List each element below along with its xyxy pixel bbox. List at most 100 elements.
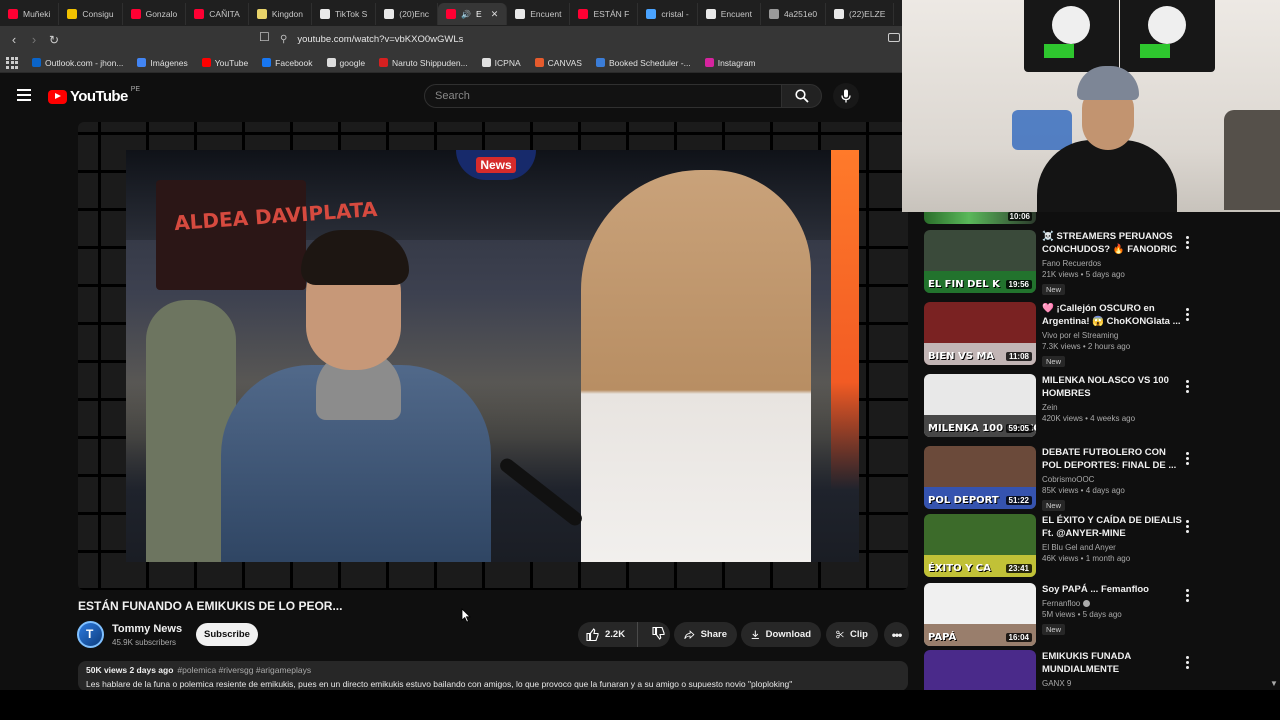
recommended-video[interactable]: ÉXITO Y CA 23:41 EL ÉXITO Y CAÍDA DE DIEAL… xyxy=(924,514,1280,580)
subscribe-button[interactable]: Subscribe xyxy=(196,623,258,646)
recommended-video[interactable]: BIEN VS MA 11:08 🩷 ¡Callejón OSCURO en Arg… xyxy=(924,302,1280,368)
dislike-button[interactable] xyxy=(644,626,665,643)
browser-tab[interactable]: Consigu xyxy=(59,3,123,25)
back-icon[interactable]: ‹ xyxy=(4,32,24,47)
more-vertical-icon[interactable] xyxy=(1186,656,1190,669)
close-tab-icon[interactable]: ✕ xyxy=(491,9,499,20)
channel-avatar[interactable] xyxy=(77,621,104,648)
browser-tab[interactable]: (20)Enc xyxy=(376,3,439,25)
like-button[interactable]: 2.2K xyxy=(578,622,638,647)
recommended-video[interactable]: EL FIN DEL K 19:56 ☠️ STREAMERS PERUANOS C… xyxy=(924,230,1280,296)
video-duration: 11:08 xyxy=(1005,352,1032,361)
more-actions-button[interactable]: ••• xyxy=(884,622,909,647)
browser-tab[interactable]: Gonzalo xyxy=(123,3,187,25)
audio-playing-icon[interactable]: 🔊 xyxy=(461,10,471,19)
clip-button[interactable]: Clip xyxy=(826,622,878,647)
channel-name[interactable]: El Blu Gel and Anyer xyxy=(1042,543,1182,552)
tab-label: 4a251e0 xyxy=(783,9,818,19)
bookmark-item[interactable]: YouTube xyxy=(201,58,248,68)
scroll-down-arrow-icon[interactable]: ▼ xyxy=(1270,679,1278,688)
more-vertical-icon[interactable] xyxy=(1186,452,1190,465)
description-text: Les hablare de la funa o polemica resien… xyxy=(86,679,793,689)
hamburger-menu-icon[interactable] xyxy=(17,89,31,101)
partial-thumbnail[interactable]: 10:06 xyxy=(924,212,1036,224)
browser-tab[interactable]: ESTÁN F xyxy=(570,3,639,25)
browser-tab[interactable]: Kingdon xyxy=(249,3,313,25)
bookmark-item[interactable]: ICPNA xyxy=(481,58,521,68)
browser-tab[interactable]: 4a251e0 xyxy=(761,3,827,25)
forward-icon[interactable]: › xyxy=(24,32,44,47)
channel-name[interactable]: Zein xyxy=(1042,403,1182,412)
apps-icon[interactable] xyxy=(6,56,18,69)
video-duration: 19:56 xyxy=(1005,280,1032,289)
recommended-video[interactable]: MILENKA 100 CHICOS59:05MILENKA NOLASCO V… xyxy=(924,374,1280,440)
channel-name[interactable]: Tommy News xyxy=(112,623,182,635)
channel-name[interactable]: Vivo por el Streaming xyxy=(1042,331,1182,340)
recommended-video[interactable]: POL DEPORT 51:22 DEBATE FUTBOLERO CON POL … xyxy=(924,446,1280,512)
description-box[interactable]: 50K views 2 days ago #polemica #riversgg … xyxy=(78,661,908,691)
channel-name[interactable]: CobrismoOOC xyxy=(1042,475,1182,484)
video-title[interactable]: ☠️ STREAMERS PERUANOS CONCHUDOS? 🔥 FANOD… xyxy=(1042,230,1182,256)
share-button[interactable]: Share xyxy=(674,622,737,647)
video-title[interactable]: 🩷 ¡Callejón OSCURO en Argentina! 😱 ChoKO… xyxy=(1042,302,1182,328)
sidepanel-icon[interactable] xyxy=(888,33,900,42)
video-thumbnail[interactable]: ÉXITO Y CA 23:41 xyxy=(924,514,1036,577)
browser-tab[interactable]: 🔊 E ✕ xyxy=(438,3,508,25)
browser-tab[interactable]: cristal - xyxy=(638,3,698,25)
search-input[interactable]: Search xyxy=(424,84,782,108)
video-thumbnail[interactable]: MILENKA 100 CHICOS59:05 xyxy=(924,374,1036,437)
video-thumbnail[interactable]: PAPÁ 16:04 xyxy=(924,583,1036,646)
more-vertical-icon[interactable] xyxy=(1186,589,1190,602)
voice-search-button[interactable] xyxy=(833,83,859,109)
browser-tab[interactable]: CAÑITA xyxy=(186,3,249,25)
more-vertical-icon[interactable] xyxy=(1186,520,1190,533)
bookmark-item[interactable]: Facebook xyxy=(262,57,313,68)
channel-name[interactable]: Fano Recuerdos xyxy=(1042,259,1182,268)
browser-tab[interactable]: (22)ELZE xyxy=(826,3,895,25)
bookmark-item[interactable]: Naruto Shippuden... xyxy=(379,58,468,68)
video-title[interactable]: EL ÉXITO Y CAÍDA DE DIEALIS Ft. @ANYER-M… xyxy=(1042,514,1182,540)
video-thumbnail[interactable]: ACHUDO xyxy=(924,650,1036,692)
tab-favicon-icon xyxy=(384,9,395,19)
tab-label: Encuent xyxy=(720,9,752,19)
bookmark-item[interactable]: Booked Scheduler -... xyxy=(595,58,691,68)
channel-name-text: Vivo por el Streaming xyxy=(1042,331,1119,340)
streamer-body xyxy=(1037,140,1177,212)
more-vertical-icon[interactable] xyxy=(1186,380,1190,393)
bookmark-item[interactable]: Imágenes xyxy=(137,58,188,68)
search-button[interactable] xyxy=(781,84,822,108)
more-vertical-icon[interactable] xyxy=(1186,236,1190,249)
bookmark-label: Facebook xyxy=(275,57,313,68)
bookmark-icon[interactable]: ☐ xyxy=(259,30,270,44)
bookmark-item[interactable]: CANVAS xyxy=(534,58,582,68)
bookmark-favicon-icon xyxy=(32,58,41,67)
video-thumbnail[interactable]: BIEN VS MA 11:08 xyxy=(924,302,1036,365)
bookmark-item[interactable]: Instagram xyxy=(704,58,756,68)
video-title[interactable]: MILENKA NOLASCO VS 100 HOMBRES xyxy=(1042,374,1182,400)
bookmark-item[interactable]: google xyxy=(326,58,365,68)
site-info-icon[interactable]: ⚲ xyxy=(280,34,287,45)
video-title[interactable]: DEBATE FUTBOLERO CON POL DEPORTES: FINAL… xyxy=(1042,446,1182,472)
browser-tab[interactable]: TikTok S xyxy=(312,3,377,25)
recommended-video[interactable]: PAPÁ 16:04 Soy PAPÁ ... Femanfloo Fernanflo… xyxy=(924,583,1280,649)
video-title[interactable]: EMIKUKIS FUNADA MUNDIALMENTE xyxy=(1042,650,1182,676)
booth-sign xyxy=(156,180,306,290)
reload-icon[interactable]: ↻ xyxy=(44,33,64,47)
video-thumbnail[interactable]: POL DEPORT 51:22 xyxy=(924,446,1036,509)
more-vertical-icon[interactable] xyxy=(1186,308,1190,321)
video-player[interactable]: ALDEA DAVIPLATA News xyxy=(78,122,908,590)
video-thumbnail[interactable]: EL FIN DEL K 19:56 xyxy=(924,230,1036,293)
channel-name[interactable]: Fernanfloo xyxy=(1042,599,1182,608)
bookmark-item[interactable]: Outlook.com - jhon... xyxy=(32,58,123,68)
download-button[interactable]: Download xyxy=(741,622,821,647)
browser-tab[interactable]: Encuent xyxy=(698,3,761,25)
hashtags[interactable]: #polemica #riversgg #arigameplays xyxy=(177,665,311,675)
browser-tab[interactable]: Encuent xyxy=(507,3,571,25)
share-icon xyxy=(684,629,695,639)
browser-tab[interactable]: Muñeki xyxy=(0,3,60,25)
video-title[interactable]: Soy PAPÁ ... Femanfloo xyxy=(1042,583,1182,596)
youtube-logo[interactable]: YouTube PE xyxy=(48,86,140,105)
channel-name[interactable]: GANX 9 xyxy=(1042,679,1182,688)
tab-label: cristal - xyxy=(661,9,689,19)
recommended-video[interactable]: ACHUDOEMIKUKIS FUNADA MUNDIALMENTE GANX 9 xyxy=(924,650,1280,692)
